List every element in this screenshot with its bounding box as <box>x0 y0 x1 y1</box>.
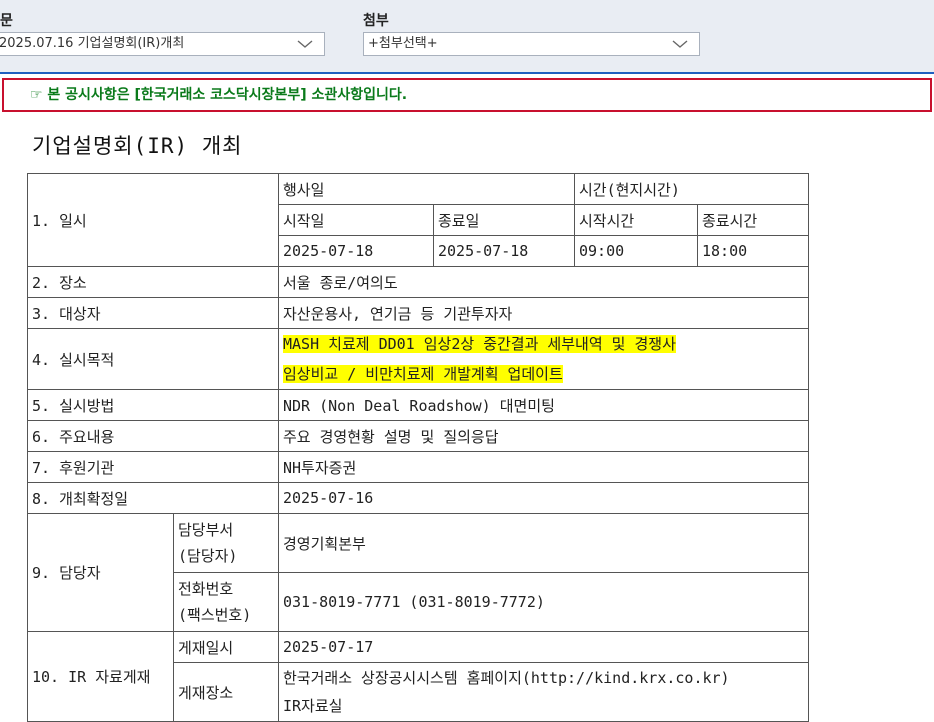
table-row: 3. 대상자 자산운용사, 연기금 등 기관투자자 <box>27 297 809 329</box>
header-cell: 시작시간 <box>574 204 698 236</box>
header-cell: 시작일 <box>278 204 434 236</box>
table-row: 5. 실시방법 NDR (Non Deal Roadshow) 대면미팅 <box>27 389 809 421</box>
highlighted-text: MASH 치료제 DD01 임상2상 중간결과 세부내역 및 경쟁사 <box>283 335 676 353</box>
value-cell: 031-8019-7771 (031-8019-7772) <box>278 572 809 632</box>
toolbar: 문 2025.07.16 기업설명회(IR)개최 첨부 +첨부선택+ <box>0 0 934 72</box>
sub-label: (팩스번호) <box>178 606 252 624</box>
value-cell: 2025-07-17 <box>278 631 809 663</box>
value-cell: 한국거래소 상장공시시스템 홈페이지(http://kind.krx.co.kr… <box>278 662 809 722</box>
sub-label-cell: 전화번호 (팩스번호) <box>173 572 279 632</box>
sub-label: 전화번호 <box>178 580 234 598</box>
post-place-line-2: IR자료실 <box>283 697 343 715</box>
value-cell: NH투자증권 <box>278 451 809 483</box>
value-cell: 2025-07-18 <box>433 235 575 267</box>
table-row: 6. 주요내용 주요 경영현황 설명 및 질의응답 <box>27 420 809 452</box>
table-row: 10. IR 자료게재 게재일시 2025-07-17 <box>27 631 809 722</box>
doc-select-value: 2025.07.16 기업설명회(IR)개최 <box>0 36 185 51</box>
sub-label: 게재장소 <box>173 662 279 722</box>
table-row: 9. 담당자 담당부서 (담당자) 경영기획본부 <box>27 513 809 632</box>
value-cell: 09:00 <box>574 235 698 267</box>
table-row: 2. 장소 서울 종로/여의도 <box>27 266 809 298</box>
value-cell: NDR (Non Deal Roadshow) 대면미팅 <box>278 389 809 421</box>
row-label: 5. 실시방법 <box>27 389 279 421</box>
post-place-line-1: 한국거래소 상장공시시스템 홈페이지(http://kind.krx.co.kr… <box>283 669 730 687</box>
row-label: 6. 주요내용 <box>27 420 279 452</box>
doc-label: 문 <box>0 13 13 29</box>
value-cell: 서울 종로/여의도 <box>278 266 809 298</box>
value-cell: 자산운용사, 연기금 등 기관투자자 <box>278 297 809 329</box>
chevron-down-icon <box>297 40 313 48</box>
row-label: 2. 장소 <box>27 266 279 298</box>
row-label: 10. IR 자료게재 <box>27 631 174 722</box>
value-cell: 2025-07-18 <box>278 235 434 267</box>
highlighted-text: 임상비교 / 비만치료제 개발계획 업데이트 <box>283 365 563 383</box>
row-label: 3. 대상자 <box>27 297 279 329</box>
header-cell: 종료시간 <box>697 204 809 236</box>
value-cell: 경영기획본부 <box>278 513 809 573</box>
page-title: 기업설명회(IR) 개최 <box>32 134 243 158</box>
row-label: 8. 개최확정일 <box>27 482 279 514</box>
value-cell: MASH 치료제 DD01 임상2상 중간결과 세부내역 및 경쟁사 임상비교 … <box>278 328 809 390</box>
value-cell: 18:00 <box>697 235 809 267</box>
row-label: 1. 일시 <box>27 173 279 267</box>
row-label: 4. 실시목적 <box>27 328 279 390</box>
jurisdiction-notice: ☞ 본 공시사항은 [한국거래소 코스닥시장본부] 소관사항입니다. <box>2 78 932 112</box>
document-frame: ☞ 본 공시사항은 [한국거래소 코스닥시장본부] 소관사항입니다. 기업설명회… <box>0 72 934 722</box>
table-row: 8. 개최확정일 2025-07-16 <box>27 482 809 514</box>
chevron-down-icon <box>672 40 688 48</box>
purpose-line-2: 임상비교 / 비만치료제 개발계획 업데이트 <box>283 359 804 389</box>
purpose-line-1: MASH 치료제 DD01 임상2상 중간결과 세부내역 및 경쟁사 <box>283 329 804 359</box>
row-label: 7. 후원기관 <box>27 451 279 483</box>
header-cell: 행사일 <box>278 173 575 205</box>
header-cell: 시간(현지시간) <box>574 173 809 205</box>
header-cell: 종료일 <box>433 204 575 236</box>
table-row: 4. 실시목적 MASH 치료제 DD01 임상2상 중간결과 세부내역 및 경… <box>27 328 809 390</box>
sub-label: (담당자) <box>178 547 238 565</box>
table-row: 7. 후원기관 NH투자증권 <box>27 451 809 483</box>
attach-select-value: +첨부선택+ <box>368 36 438 51</box>
value-cell: 주요 경영현황 설명 및 질의응답 <box>278 420 809 452</box>
sub-label: 게재일시 <box>173 631 279 663</box>
sub-label: 담당부서 <box>178 521 234 539</box>
table-row: 1. 일시 행사일 시간(현지시간) <box>27 173 809 267</box>
doc-select[interactable]: 2025.07.16 기업설명회(IR)개최 <box>0 32 325 56</box>
value-cell: 2025-07-16 <box>278 482 809 514</box>
sub-label-cell: 담당부서 (담당자) <box>173 513 279 573</box>
attach-select[interactable]: +첨부선택+ <box>363 32 700 56</box>
row-label: 9. 담당자 <box>27 513 174 632</box>
attach-label: 첨부 <box>363 13 389 29</box>
disclosure-table: 1. 일시 행사일 시간(현지시간) 시작일 종료일 시작시간 종료시간 202… <box>27 173 809 722</box>
